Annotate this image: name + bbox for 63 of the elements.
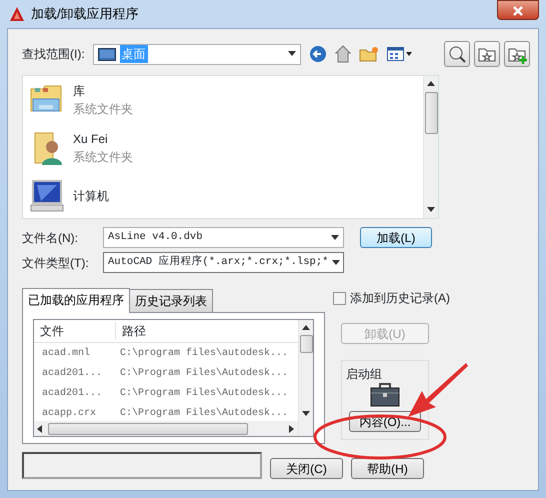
- close-button[interactable]: [497, 0, 539, 20]
- search-icon: [447, 44, 467, 64]
- caret-icon: [332, 258, 340, 266]
- column-header[interactable]: 文件: [34, 322, 116, 340]
- file-type-text: 系统文件夹: [73, 149, 133, 166]
- file-item[interactable]: 计算机: [23, 172, 423, 218]
- file-type-dropdown[interactable]: AutoCAD 应用程序(*.arx;*.crx;*.lsp;*: [103, 252, 344, 273]
- toolbar-button[interactable]: [474, 41, 500, 67]
- file-list[interactable]: 库 系统文件夹 Xu Fei 系统文件夹 计算机: [22, 75, 439, 219]
- caret-icon: [331, 234, 339, 242]
- file-name: 计算机: [73, 188, 109, 205]
- back-icon[interactable]: [308, 45, 327, 63]
- scroll-up-icon: [302, 324, 310, 332]
- table-cell-text: acad201...: [41, 366, 104, 381]
- history-checkbox[interactable]: 添加到历史记录(A): [333, 289, 453, 307]
- field-label: 文件名(N):: [22, 230, 79, 246]
- app-icon: [9, 6, 25, 22]
- up-folder-icon[interactable]: [334, 45, 351, 63]
- table-cell-text: C:\Program Files\Autodesk...: [119, 386, 290, 401]
- tab[interactable]: 历史记录列表: [129, 289, 213, 312]
- file-name: 库: [73, 83, 86, 100]
- view-menu-icon[interactable]: [386, 46, 413, 62]
- scroll-thumb[interactable]: [424, 92, 438, 134]
- file-type-text: 系统文件夹: [73, 101, 133, 118]
- look-in-label: 查找范围(I):: [22, 46, 85, 63]
- dialog-button[interactable]: 帮助(H): [351, 458, 424, 479]
- toolbar-button[interactable]: [504, 41, 530, 67]
- scroll-thumb[interactable]: [48, 422, 248, 435]
- scrollbar[interactable]: [298, 320, 313, 436]
- window-title: 加载/卸载应用程序: [31, 5, 139, 24]
- scrollbar[interactable]: [34, 421, 298, 436]
- file-item[interactable]: 库 系统文件夹: [23, 76, 423, 124]
- scroll-left-icon: [36, 424, 44, 433]
- toolbar-button[interactable]: [444, 41, 470, 67]
- table-cell-text: C:\Program Files\Autodesk...: [119, 406, 290, 421]
- desktop-icon: [98, 48, 116, 60]
- scroll-thumb[interactable]: [300, 335, 312, 353]
- scroll-down-icon: [427, 206, 435, 214]
- file-type-value: AutoCAD 应用程序(*.arx;*.crx;*.lsp;*: [108, 254, 328, 270]
- look-in-value: 桌面: [120, 45, 148, 63]
- scroll-up-icon: [427, 80, 435, 88]
- scroll-right-icon: [288, 424, 296, 433]
- table-cell-text: acad.mnl: [41, 346, 92, 361]
- table-cell-text: acad201...: [41, 386, 104, 401]
- table-cell-text: C:\program files\autodesk...: [119, 346, 290, 361]
- load-button[interactable]: 加载(L): [360, 227, 432, 248]
- group-title: 启动组: [346, 366, 382, 383]
- new-folder-icon[interactable]: [358, 46, 379, 62]
- file-name: Xu Fei: [73, 131, 109, 148]
- file-name-dropdown[interactable]: AsLine v4.0.dvb: [103, 227, 344, 248]
- briefcase-icon: [370, 383, 400, 407]
- caret-icon: [288, 50, 296, 58]
- file-item[interactable]: Xu Fei 系统文件夹: [23, 124, 423, 172]
- tab[interactable]: 已加载的应用程序: [22, 288, 130, 313]
- file-name-value: AsLine v4.0.dvb: [108, 230, 203, 245]
- column-header[interactable]: 路径: [116, 322, 296, 340]
- close-icon: [513, 6, 523, 16]
- dialog-button[interactable]: 关闭(C): [270, 458, 343, 479]
- field-label: 文件类型(T):: [22, 254, 90, 272]
- scrollbar[interactable]: [423, 76, 438, 218]
- table-cell-text: C:\Program Files\Autodesk...: [119, 366, 290, 381]
- table-cell-text: acapp.crx: [41, 406, 98, 421]
- scroll-down-icon: [302, 410, 310, 418]
